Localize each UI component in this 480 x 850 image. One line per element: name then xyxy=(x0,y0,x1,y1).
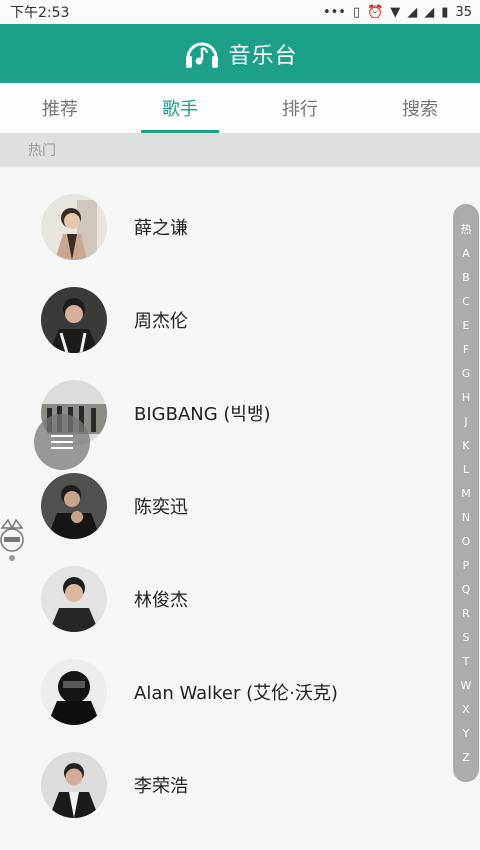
index-letter[interactable]: A xyxy=(462,242,470,266)
index-letter[interactable]: P xyxy=(463,554,470,578)
singer-name: 陈奕迅 xyxy=(134,496,188,518)
avatar xyxy=(41,286,107,353)
tab-singers[interactable]: 歌手 xyxy=(120,83,240,133)
battery-level: 35 xyxy=(455,4,472,20)
index-letter[interactable]: T xyxy=(463,650,470,674)
vibrate-icon: ▯ xyxy=(352,4,361,20)
headphones-icon xyxy=(186,42,219,68)
menu-icon xyxy=(51,435,73,437)
avatar xyxy=(41,565,107,632)
index-letter[interactable]: M xyxy=(461,482,471,506)
index-letter[interactable]: L xyxy=(463,458,469,482)
signal-icon-2: ◢ xyxy=(424,4,435,20)
index-letter[interactable]: G xyxy=(462,362,471,386)
menu-fab[interactable] xyxy=(34,414,90,470)
index-letter[interactable]: Y xyxy=(463,722,470,746)
singer-row[interactable]: 周杰伦 xyxy=(0,273,440,366)
alarm-icon: ⏰ xyxy=(367,4,384,20)
avatar xyxy=(41,472,107,539)
index-letter[interactable]: C xyxy=(462,290,470,314)
battery-icon: ▮ xyxy=(441,4,449,20)
index-letter[interactable]: S xyxy=(463,626,470,650)
status-bar: 下午2:53 ••• ▯ ⏰ ▼ ◢ ◢ ▮ 35 xyxy=(0,0,480,24)
index-letter[interactable]: Z xyxy=(462,746,470,770)
app-header: 音乐台 xyxy=(0,24,480,83)
index-letter[interactable]: 热 xyxy=(461,218,472,242)
index-letter[interactable]: B xyxy=(462,266,470,290)
mascot-icon xyxy=(0,518,24,561)
singer-name: 薛之谦 xyxy=(134,217,188,239)
index-letter[interactable]: K xyxy=(462,434,469,458)
index-letter[interactable]: J xyxy=(464,410,467,434)
index-letter[interactable]: E xyxy=(463,314,470,338)
index-letter[interactable]: R xyxy=(462,602,470,626)
singer-row[interactable]: 薛之谦 xyxy=(0,180,440,273)
singer-row[interactable]: 林俊杰 xyxy=(0,552,440,645)
avatar xyxy=(41,751,107,818)
status-time: 下午2:53 xyxy=(10,5,70,21)
wifi-icon: ▼ xyxy=(390,4,401,20)
singer-name: Alan Walker (艾伦·沃克) xyxy=(134,682,338,704)
section-header: 热门 xyxy=(0,133,480,167)
index-letter[interactable]: X xyxy=(462,698,470,722)
singer-name: 周杰伦 xyxy=(134,310,188,332)
signal-icon: ◢ xyxy=(407,4,418,20)
tab-bar: 推荐 歌手 排行 搜索 xyxy=(0,83,480,133)
more-icon: ••• xyxy=(322,4,346,20)
index-letter[interactable]: W xyxy=(461,674,472,698)
tab-rank[interactable]: 排行 xyxy=(240,83,360,133)
singer-name: 林俊杰 xyxy=(134,589,188,611)
index-letter[interactable]: H xyxy=(462,386,470,410)
tab-recommend[interactable]: 推荐 xyxy=(0,83,120,133)
tab-search[interactable]: 搜索 xyxy=(360,83,480,133)
singer-name: 李荣浩 xyxy=(134,775,188,797)
index-letter[interactable]: F xyxy=(463,338,469,362)
avatar xyxy=(41,658,107,725)
app-title: 音乐台 xyxy=(228,43,298,69)
app-logo: 音乐台 xyxy=(182,34,297,74)
avatar xyxy=(41,193,107,260)
alphabet-index[interactable]: 热ABCEFGHJKLMNOPQRSTWXYZ xyxy=(453,204,479,782)
index-letter[interactable]: O xyxy=(462,530,471,554)
singer-row[interactable]: Alan Walker (艾伦·沃克) xyxy=(0,645,440,738)
singer-list: 薛之谦 周杰伦 BIGBANG (빅뱅) 陈奕迅 林俊杰 Alan Walker… xyxy=(0,167,480,850)
section-label: 热门 xyxy=(28,143,56,159)
singer-name: BIGBANG (빅뱅) xyxy=(134,403,271,425)
index-letter[interactable]: N xyxy=(462,506,470,530)
singer-row[interactable]: 陈奕迅 xyxy=(0,459,440,552)
index-letter[interactable]: Q xyxy=(462,578,471,602)
singer-row[interactable]: 李荣浩 xyxy=(0,738,440,831)
